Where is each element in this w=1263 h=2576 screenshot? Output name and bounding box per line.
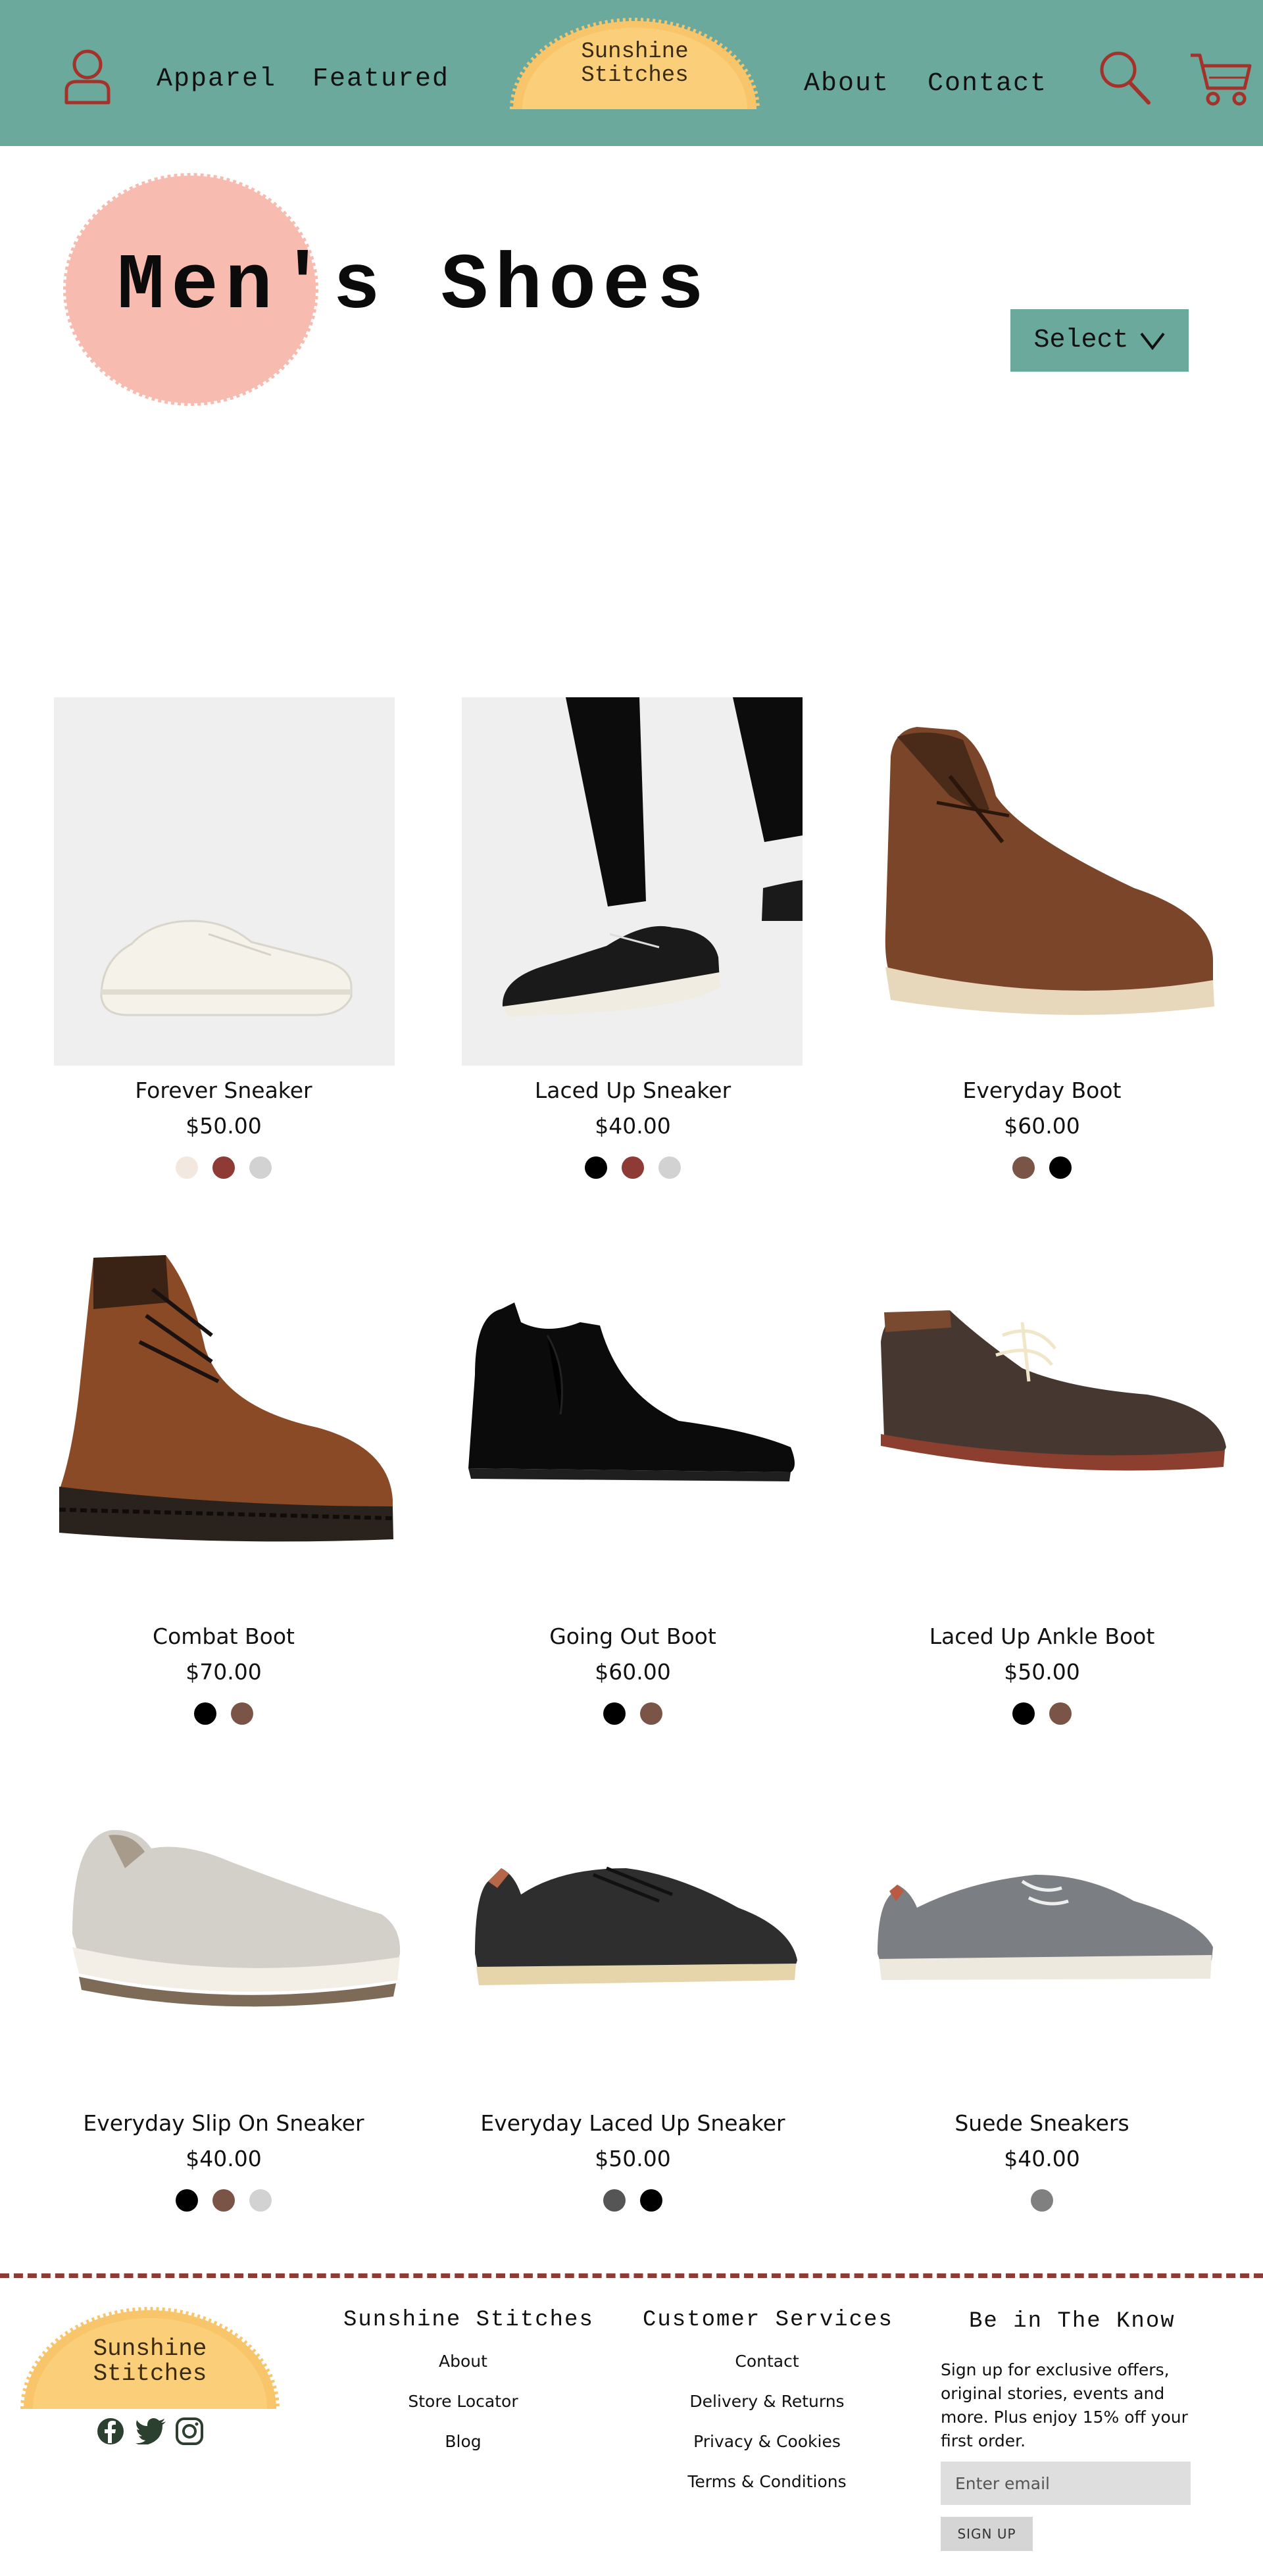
product-price: $60.00 xyxy=(595,1659,671,1685)
product-card[interactable]: Everyday Slip On Sneaker $40.00 xyxy=(39,1796,408,2256)
footer-link-contact[interactable]: Contact xyxy=(668,2352,866,2371)
swatch-grey[interactable] xyxy=(249,1156,272,1179)
footer-divider xyxy=(0,2273,1263,2278)
product-price: $60.00 xyxy=(1004,1113,1080,1139)
footer-link-terms-conditions[interactable]: Terms & Conditions xyxy=(668,2472,866,2491)
product-price: $40.00 xyxy=(1004,2146,1080,2171)
footer-link-privacy-cookies[interactable]: Privacy & Cookies xyxy=(668,2432,866,2451)
swatch-black[interactable] xyxy=(176,2189,198,2212)
product-card[interactable]: Everyday Boot $60.00 xyxy=(858,697,1226,1197)
product-price: $70.00 xyxy=(186,1659,262,1685)
product-name[interactable]: Forever Sneaker xyxy=(39,1077,408,1103)
footer-link-blog[interactable]: Blog xyxy=(397,2432,529,2451)
select-label: Select xyxy=(1033,326,1129,355)
footer-heading-customer-services: Customer Services xyxy=(643,2308,893,2333)
swatch-black[interactable] xyxy=(194,1702,216,1725)
color-swatches xyxy=(858,1156,1226,1179)
product-card[interactable]: Laced Up Sneaker $40.00 xyxy=(449,697,817,1197)
product-image[interactable] xyxy=(462,697,803,1066)
product-name[interactable]: Combat Boot xyxy=(39,1623,408,1649)
search-icon[interactable] xyxy=(1097,49,1152,107)
nav-apparel[interactable]: Apparel xyxy=(157,64,276,94)
product-image[interactable] xyxy=(871,1862,1226,1993)
page-title: Men's Shoes xyxy=(117,242,711,332)
nav-featured[interactable]: Featured xyxy=(312,64,449,94)
footer-heading-newsletter: Be in The Know xyxy=(969,2309,1176,2334)
cart-icon[interactable] xyxy=(1189,51,1252,108)
swatch-black[interactable] xyxy=(1012,1702,1035,1725)
newsletter-description: Sign up for exclusive offers, original s… xyxy=(941,2360,1188,2450)
product-name[interactable]: Laced Up Ankle Boot xyxy=(858,1623,1226,1649)
swatch-grey[interactable] xyxy=(658,1156,681,1179)
product-name[interactable]: Everyday Slip On Sneaker xyxy=(39,2110,408,2136)
footer-logo-line1: Sunshine xyxy=(93,2335,207,2362)
nav-about[interactable]: About xyxy=(804,69,889,99)
facebook-icon[interactable] xyxy=(96,2417,125,2446)
product-price: $40.00 xyxy=(595,1113,671,1139)
product-price: $50.00 xyxy=(186,1113,262,1139)
nav-contact[interactable]: Contact xyxy=(928,69,1047,99)
product-name[interactable]: Everyday Boot xyxy=(858,1077,1226,1103)
product-card[interactable]: Everyday Laced Up Sneaker $50.00 xyxy=(449,1796,817,2256)
swatch-grey[interactable] xyxy=(249,2189,272,2212)
product-price: $50.00 xyxy=(1004,1659,1080,1685)
footer-logo-line2: Stitches xyxy=(93,2360,207,2387)
color-swatches xyxy=(858,1702,1226,1725)
product-image[interactable] xyxy=(54,1250,396,1559)
product-name[interactable]: Laced Up Sneaker xyxy=(449,1077,817,1103)
color-swatches xyxy=(39,1702,408,1725)
footer-link-store-locator[interactable]: Store Locator xyxy=(397,2392,529,2411)
swatch-grey[interactable] xyxy=(1031,2189,1053,2212)
swatch-brown[interactable] xyxy=(1012,1156,1035,1179)
footer-link-delivery-returns[interactable]: Delivery & Returns xyxy=(668,2392,866,2411)
swatch-cream[interactable] xyxy=(176,1156,198,1179)
product-name[interactable]: Going Out Boot xyxy=(449,1623,817,1649)
product-price: $50.00 xyxy=(595,2146,671,2171)
chevron-down-icon xyxy=(1139,332,1165,350)
swatch-red[interactable] xyxy=(212,1156,235,1179)
footer-link-about[interactable]: About xyxy=(397,2352,529,2371)
swatch-brown[interactable] xyxy=(231,1702,253,1725)
product-image[interactable] xyxy=(462,1855,810,1993)
sort-select-button[interactable]: Select xyxy=(1010,309,1189,372)
product-price: $40.00 xyxy=(186,2146,262,2171)
instagram-icon[interactable] xyxy=(175,2417,204,2446)
swatch-black[interactable] xyxy=(585,1156,607,1179)
swatch-black[interactable] xyxy=(640,2189,662,2212)
swatch-brown[interactable] xyxy=(640,1702,662,1725)
color-swatches xyxy=(449,1702,817,1725)
product-image[interactable] xyxy=(871,1296,1226,1493)
product-name[interactable]: Everyday Laced Up Sneaker xyxy=(449,2110,817,2136)
swatch-black[interactable] xyxy=(1049,1156,1072,1179)
account-icon[interactable] xyxy=(62,47,112,105)
sign-up-button[interactable]: SIGN UP xyxy=(941,2517,1033,2551)
product-image[interactable] xyxy=(53,1822,401,2019)
product-image[interactable] xyxy=(54,697,395,1066)
product-image[interactable] xyxy=(871,717,1226,1059)
color-swatches xyxy=(449,2189,817,2212)
site-header: Apparel Featured Sunshine Stitches About… xyxy=(0,0,1263,146)
email-field[interactable] xyxy=(941,2462,1191,2505)
product-image[interactable] xyxy=(462,1296,804,1506)
product-name[interactable]: Suede Sneakers xyxy=(858,2110,1226,2136)
swatch-brown[interactable] xyxy=(212,2189,235,2212)
swatch-red[interactable] xyxy=(622,1156,644,1179)
product-card[interactable]: Combat Boot $70.00 xyxy=(39,1250,408,1750)
swatch-dark-grey[interactable] xyxy=(603,2189,626,2212)
swatch-brown[interactable] xyxy=(1049,1702,1072,1725)
swatch-black[interactable] xyxy=(603,1702,626,1725)
color-swatches xyxy=(449,1156,817,1179)
product-card[interactable]: Laced Up Ankle Boot $50.00 xyxy=(858,1250,1226,1750)
color-swatches xyxy=(858,2189,1226,2212)
product-card[interactable]: Suede Sneakers $40.00 xyxy=(858,1796,1226,2256)
twitter-icon[interactable] xyxy=(136,2418,167,2444)
footer-heading-company: Sunshine Stitches xyxy=(343,2308,594,2333)
color-swatches xyxy=(39,2189,408,2212)
product-card[interactable]: Forever Sneaker $50.00 xyxy=(39,697,408,1197)
product-card[interactable]: Going Out Boot $60.00 xyxy=(449,1250,817,1750)
logo-line1: Sunshine xyxy=(581,39,689,64)
color-swatches xyxy=(39,1156,408,1179)
logo-line2: Stitches xyxy=(581,62,689,88)
